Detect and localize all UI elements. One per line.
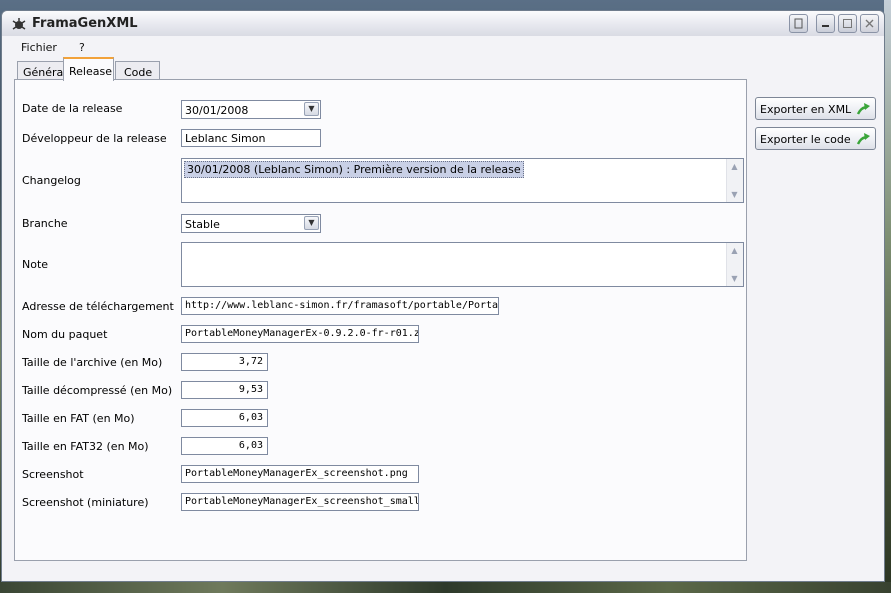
tab-release[interactable]: Release: [63, 57, 114, 81]
developer-input[interactable]: Leblanc Simon: [181, 129, 321, 147]
screenshot-label: Screenshot: [22, 468, 84, 481]
changelog-textarea[interactable]: 30/01/2008 (Leblanc Simon) : Première ve…: [181, 158, 744, 203]
uncompressed-size-value: 9,53: [238, 384, 263, 395]
note-text: [184, 245, 188, 247]
close-button[interactable]: [860, 14, 879, 33]
branch-label: Branche: [22, 217, 68, 230]
title-bar[interactable]: FramaGenXML: [2, 11, 884, 37]
branch-value: Stable: [185, 218, 220, 231]
uncompressed-size-input[interactable]: 9,53: [181, 381, 268, 399]
branch-select[interactable]: Stable ▼: [181, 214, 321, 233]
screenshot-input[interactable]: PortableMoneyManagerEx_screenshot.png: [181, 465, 419, 483]
tab-release-label: Release: [69, 65, 112, 78]
export-code-button[interactable]: Exporter le code: [755, 127, 876, 150]
date-label: Date de la release: [22, 102, 123, 115]
screenshot-thumb-label: Screenshot (miniature): [22, 496, 149, 509]
tab-general-label: Général: [23, 66, 67, 79]
export-code-label: Exporter le code: [760, 133, 851, 146]
package-name-input[interactable]: PortableMoneyManagerEx-0.9.2.0-fr-r01.zi…: [181, 325, 419, 343]
package-name-label: Nom du paquet: [22, 328, 108, 341]
minimize-button[interactable]: [816, 14, 835, 33]
archive-size-label: Taille de l'archive (en Mo): [22, 356, 163, 369]
tab-code-label: Code: [124, 66, 153, 79]
scroll-up-icon[interactable]: ▲: [728, 160, 741, 173]
window-title: FramaGenXML: [32, 16, 138, 31]
date-value: 30/01/2008: [185, 104, 249, 117]
menu-fichier[interactable]: Fichier: [21, 41, 57, 54]
release-panel: Date de la release 30/01/2008 ▼ Développ…: [14, 79, 747, 561]
fat-size-value: 6,03: [238, 412, 263, 423]
scroll-up-icon[interactable]: ▲: [728, 244, 741, 257]
download-url-value: http://www.leblanc-simon.fr/framasoft/po…: [185, 300, 499, 311]
minimize-icon: [822, 25, 829, 27]
fat32-size-value: 6,03: [238, 440, 263, 451]
scroll-down-icon[interactable]: ▼: [728, 272, 741, 285]
window-doc-icon: [794, 18, 803, 29]
download-url-label: Adresse de téléchargement: [22, 300, 174, 313]
arrow-up-right-icon: [856, 133, 870, 145]
date-dropdown-button[interactable]: ▼: [304, 102, 319, 116]
changelog-label: Changelog: [22, 174, 81, 187]
fat32-size-input[interactable]: 6,03: [181, 437, 268, 455]
uncompressed-size-label: Taille décompressé (en Mo): [22, 384, 173, 397]
close-icon: [865, 19, 874, 28]
note-scrollbar[interactable]: ▲ ▼: [726, 243, 743, 286]
note-label: Note: [22, 258, 49, 271]
chevron-down-icon: ▼: [308, 218, 315, 227]
archive-size-input[interactable]: 3,72: [181, 353, 268, 371]
desktop-background-bottom: [0, 582, 891, 593]
export-xml-label: Exporter en XML: [760, 103, 852, 116]
note-textarea[interactable]: ▲ ▼: [181, 242, 744, 287]
app-icon: [12, 18, 26, 30]
scroll-down-icon[interactable]: ▼: [728, 188, 741, 201]
changelog-scrollbar[interactable]: ▲ ▼: [726, 159, 743, 202]
developer-value: Leblanc Simon: [185, 132, 266, 145]
tab-code[interactable]: Code: [115, 61, 160, 80]
screenshot-thumb-input[interactable]: PortableMoneyManagerEx_screenshot_small.…: [181, 493, 419, 511]
fat-size-label: Taille en FAT (en Mo): [22, 412, 135, 425]
date-picker[interactable]: 30/01/2008 ▼: [181, 100, 321, 119]
desktop-background: [884, 0, 891, 593]
archive-size-value: 3,72: [238, 356, 263, 367]
fat-size-input[interactable]: 6,03: [181, 409, 268, 427]
maximize-button[interactable]: [838, 14, 857, 33]
tab-general[interactable]: Général: [17, 61, 67, 80]
screenshot-value: PortableMoneyManagerEx_screenshot.png: [185, 468, 408, 479]
branch-dropdown-button[interactable]: ▼: [304, 216, 319, 230]
menu-bar: Fichier ?: [2, 36, 884, 58]
changelog-text: 30/01/2008 (Leblanc Simon) : Première ve…: [184, 161, 524, 178]
fat32-size-label: Taille en FAT32 (en Mo): [22, 440, 149, 453]
help-window-button[interactable]: [789, 14, 808, 33]
maximize-icon: [843, 19, 852, 28]
developer-label: Développeur de la release: [22, 132, 167, 145]
screenshot-thumb-value: PortableMoneyManagerEx_screenshot_small.…: [185, 496, 419, 507]
arrow-up-right-icon: [856, 103, 870, 115]
export-xml-button[interactable]: Exporter en XML: [755, 97, 876, 120]
menu-help[interactable]: ?: [79, 41, 85, 54]
download-url-input[interactable]: http://www.leblanc-simon.fr/framasoft/po…: [181, 297, 499, 315]
package-name-value: PortableMoneyManagerEx-0.9.2.0-fr-r01.zi…: [185, 328, 419, 339]
chevron-down-icon: ▼: [308, 104, 315, 113]
